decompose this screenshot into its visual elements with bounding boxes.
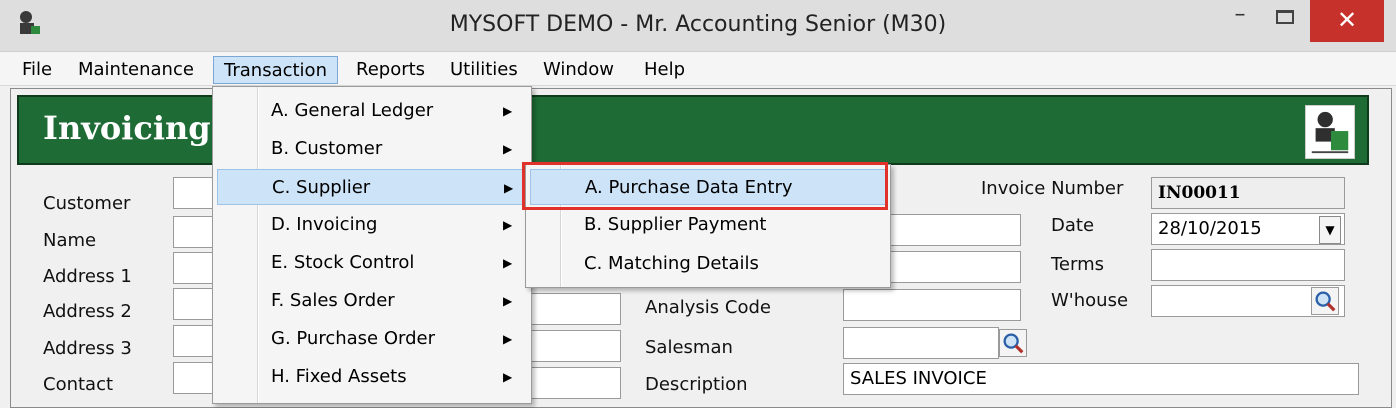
menu-item-label: E. Stock Control — [271, 252, 415, 273]
submenu-arrow-icon: ▶ — [503, 256, 513, 270]
menu-item-label: H. Fixed Assets — [271, 366, 407, 387]
close-button[interactable]: ✕ — [1310, 0, 1384, 42]
terms-input[interactable] — [1151, 249, 1345, 281]
menu-window[interactable]: Window — [533, 56, 624, 84]
menu-bar: File Maintenance Transaction Reports Uti… — [0, 52, 1396, 86]
menu-utilities[interactable]: Utilities — [440, 56, 528, 84]
whouse-label: W'house — [1051, 290, 1129, 311]
submenu-arrow-icon: ▶ — [503, 332, 513, 346]
menu-item-stock-control[interactable]: E. Stock Control ▶ — [261, 245, 527, 281]
submenu-arrow-icon: ▶ — [503, 218, 513, 232]
menu-item-fixed-assets[interactable]: H. Fixed Assets ▶ — [261, 359, 527, 395]
menu-item-label: A. General Ledger — [271, 100, 434, 121]
menu-item-customer[interactable]: B. Customer ▶ — [261, 131, 527, 167]
salesman-input[interactable] — [843, 327, 999, 359]
menu-item-label: G. Purchase Order — [271, 328, 436, 349]
date-input[interactable]: 28/10/2015 — [1151, 213, 1345, 245]
user-ledger-icon — [1305, 105, 1355, 159]
menu-help[interactable]: Help — [634, 56, 695, 84]
menu-item-purchase-order[interactable]: G. Purchase Order ▶ — [261, 321, 527, 357]
maximize-button[interactable] — [1262, 0, 1308, 42]
menu-item-supplier-payment[interactable]: B. Supplier Payment — [564, 207, 886, 243]
menu-item-matching-details[interactable]: C. Matching Details — [564, 246, 886, 282]
date-label: Date — [1051, 215, 1095, 236]
menu-item-invoicing[interactable]: D. Invoicing ▶ — [261, 207, 527, 243]
address2-extra-input[interactable] — [531, 293, 621, 325]
invoice-number-label: Invoice Number — [981, 178, 1124, 199]
menu-reports[interactable]: Reports — [346, 56, 435, 84]
invoice-number-field: IN00011 — [1151, 177, 1345, 209]
submenu-arrow-icon: ▶ — [503, 142, 513, 156]
form-title: Invoicing — [43, 109, 211, 147]
submenu-arrow-icon: ▶ — [503, 104, 513, 118]
contact-label: Contact — [43, 374, 114, 395]
submenu-arrow-icon: ▶ — [503, 294, 513, 308]
menu-item-label: B. Customer — [271, 138, 383, 159]
menu-item-supplier[interactable]: C. Supplier ▶ — [217, 169, 527, 205]
menu-item-label: F. Sales Order — [271, 290, 395, 311]
menu-item-label: C. Matching Details — [584, 253, 759, 274]
menu-item-label: B. Supplier Payment — [584, 214, 767, 235]
highlight-box — [522, 162, 888, 210]
name-label: Name — [43, 230, 97, 251]
contact-extra-input[interactable] — [531, 367, 621, 399]
analysis-code-input[interactable] — [843, 289, 1021, 321]
terms-label: Terms — [1051, 254, 1105, 275]
whouse-search-icon[interactable] — [1311, 287, 1339, 315]
address3-extra-input[interactable] — [531, 330, 621, 362]
salesman-search-icon[interactable] — [999, 329, 1027, 357]
address3-label: Address 3 — [43, 338, 132, 359]
submenu-arrow-icon: ▶ — [504, 181, 514, 195]
address2-label: Address 2 — [43, 301, 132, 322]
analysis-code-label: Analysis Code — [645, 297, 771, 318]
menu-transaction[interactable]: Transaction — [213, 56, 338, 84]
menu-item-sales-order[interactable]: F. Sales Order ▶ — [261, 283, 527, 319]
description-input[interactable]: SALES INVOICE — [843, 363, 1359, 395]
menu-item-general-ledger[interactable]: A. General Ledger ▶ — [261, 93, 527, 129]
menu-file[interactable]: File — [12, 56, 62, 84]
title-bar: MYSOFT DEMO - Mr. Accounting Senior (M30… — [0, 0, 1396, 52]
date-dropdown-icon[interactable]: ▼ — [1319, 216, 1341, 244]
description-label: Description — [645, 374, 748, 395]
menu-item-label: D. Invoicing — [271, 214, 378, 235]
customer-label: Customer — [43, 193, 131, 214]
window-title: MYSOFT DEMO - Mr. Accounting Senior (M30… — [449, 12, 947, 37]
address1-label: Address 1 — [43, 266, 132, 287]
transaction-menu: A. General Ledger ▶ B. Customer ▶ C. Sup… — [212, 86, 532, 404]
menu-item-label: C. Supplier — [272, 177, 371, 198]
submenu-arrow-icon: ▶ — [503, 370, 513, 384]
maximize-icon — [1276, 10, 1294, 24]
salesman-label: Salesman — [645, 337, 733, 358]
menu-maintenance[interactable]: Maintenance — [68, 56, 204, 84]
minimize-button[interactable]: – — [1218, 0, 1262, 42]
